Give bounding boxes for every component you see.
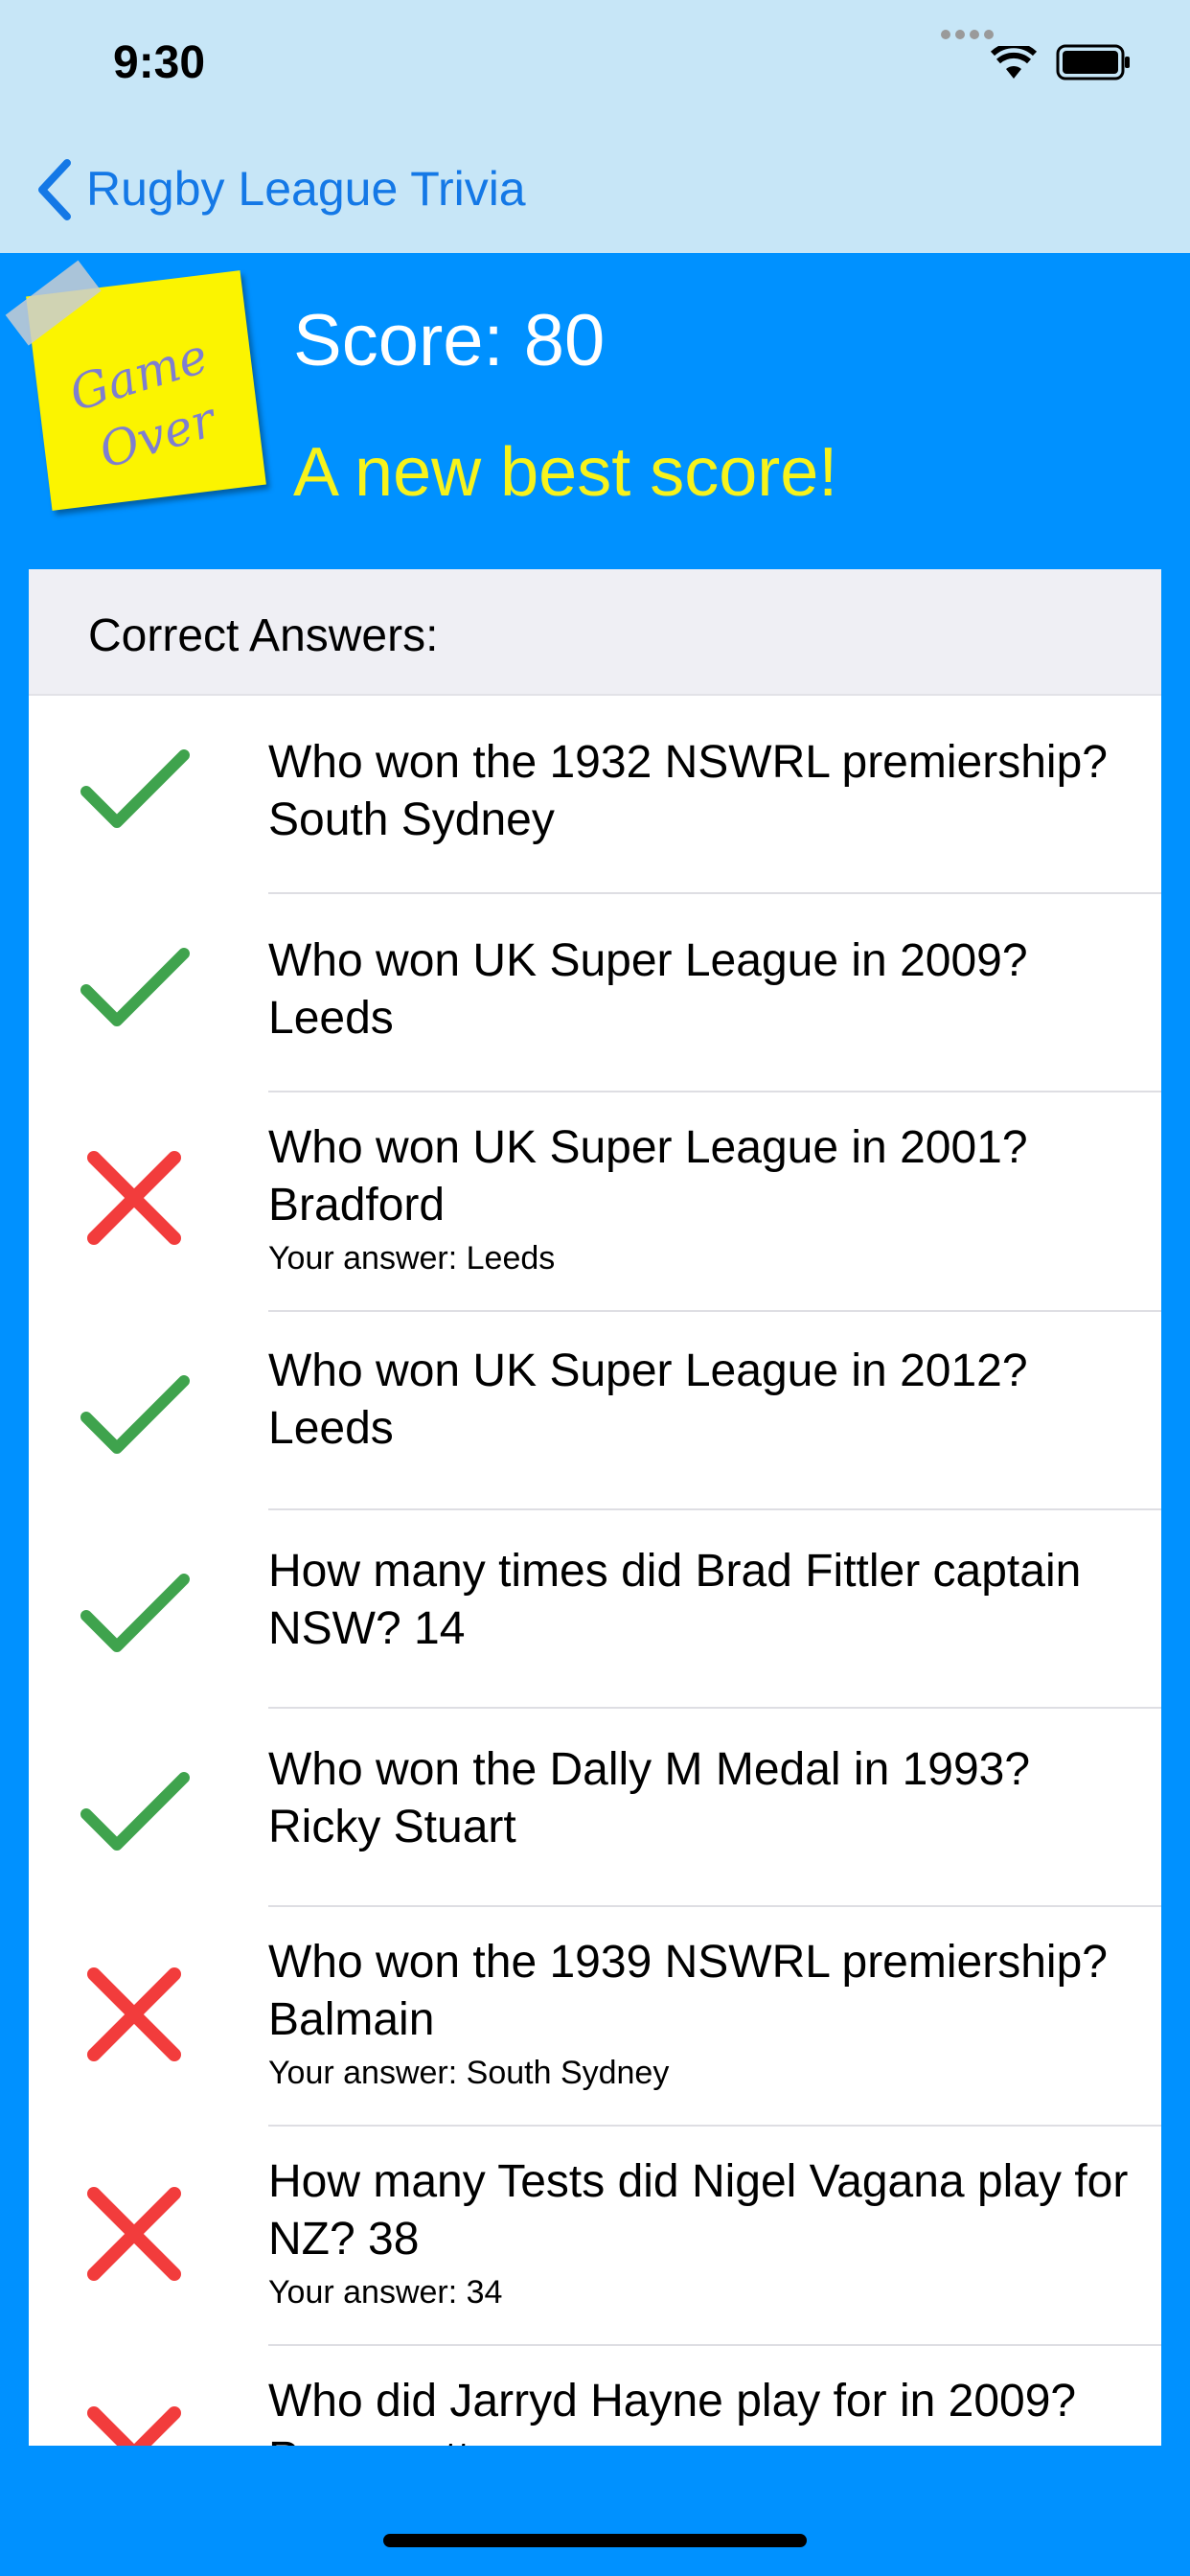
cross-icon xyxy=(87,1967,181,2061)
cross-icon xyxy=(87,1151,181,1245)
answers-list[interactable]: Correct Answers: Who won the 1932 NSWRL … xyxy=(29,569,1161,2446)
list-item[interactable]: Who won the Dally M Medal in 1993? Ricky… xyxy=(80,1709,1161,1907)
question-text: Who won the Dally M Medal in 1993? Ricky… xyxy=(268,1744,1031,1852)
back-chevron-icon[interactable] xyxy=(34,157,75,222)
your-answer-text: Your answer: Leeds xyxy=(268,1240,556,1276)
nav-bar: Rugby League Trivia xyxy=(0,126,1190,253)
list-item[interactable]: Who won UK Super League in 2001? Bradfor… xyxy=(87,1092,1161,1312)
checkmark-icon xyxy=(80,1375,190,1454)
checkmark-icon xyxy=(80,1574,190,1652)
wifi-icon xyxy=(991,46,1037,79)
question-text: Who won UK Super League in 2009? Leeds xyxy=(268,935,1028,1044)
battery-icon xyxy=(1056,44,1130,80)
question-text: How many times did Brad Fittler captain … xyxy=(268,1546,1082,1654)
checkmark-icon xyxy=(80,749,190,828)
cross-icon xyxy=(87,2187,181,2281)
checkmark-icon xyxy=(80,1772,190,1851)
question-text: How many Tests did Nigel Vagana play for… xyxy=(268,2156,1129,2265)
list-item[interactable]: Who won the 1939 NSWRL premiership? Balm… xyxy=(87,1907,1161,2127)
list-item[interactable]: Who won the 1932 NSWRL premiership? Sout… xyxy=(80,696,1161,894)
checkmark-icon xyxy=(80,948,190,1026)
list-item[interactable]: How many Tests did Nigel Vagana play for… xyxy=(87,2127,1161,2346)
status-bar: 9:30 xyxy=(0,0,1190,126)
question-text: Who won UK Super League in 2001? Bradfor… xyxy=(268,1122,1028,1230)
question-text: Who won UK Super League in 2012? Leeds xyxy=(268,1346,1028,1454)
status-time: 9:30 xyxy=(113,37,206,88)
your-answer-text: Your answer: South Sydney xyxy=(268,2055,670,2091)
list-item[interactable]: Who won UK Super League in 2012? Leeds xyxy=(80,1312,1161,1510)
best-score-message: A new best score! xyxy=(293,434,838,511)
list-item[interactable]: How many times did Brad Fittler captain … xyxy=(80,1510,1161,1709)
your-answer-text: Your answer: 34 xyxy=(268,2274,503,2311)
signal-icon xyxy=(941,27,998,39)
game-over-note: Game Over xyxy=(5,260,266,511)
list-header: Correct Answers: xyxy=(29,569,1161,696)
list-item[interactable]: Who did Jarryd Hayne play for in 2009? P… xyxy=(87,2346,1161,2446)
question-text: Who won the 1939 NSWRL premiership? Balm… xyxy=(268,1937,1108,2045)
score-label: Score: 80 xyxy=(293,300,606,381)
question-text: Who did Jarryd Hayne play for in 2009? P… xyxy=(268,2376,1077,2446)
cross-icon xyxy=(87,2406,181,2446)
home-indicator[interactable] xyxy=(383,2534,807,2547)
tape-decoration xyxy=(5,260,102,346)
list-item[interactable]: Who won UK Super League in 2009? Leeds xyxy=(80,894,1161,1092)
game-over-text: Game Over xyxy=(27,313,270,497)
back-button[interactable]: Rugby League Trivia xyxy=(86,161,526,217)
question-text: Who won the 1932 NSWRL premiership? Sout… xyxy=(268,737,1108,845)
list-header-label: Correct Answers: xyxy=(88,610,439,661)
